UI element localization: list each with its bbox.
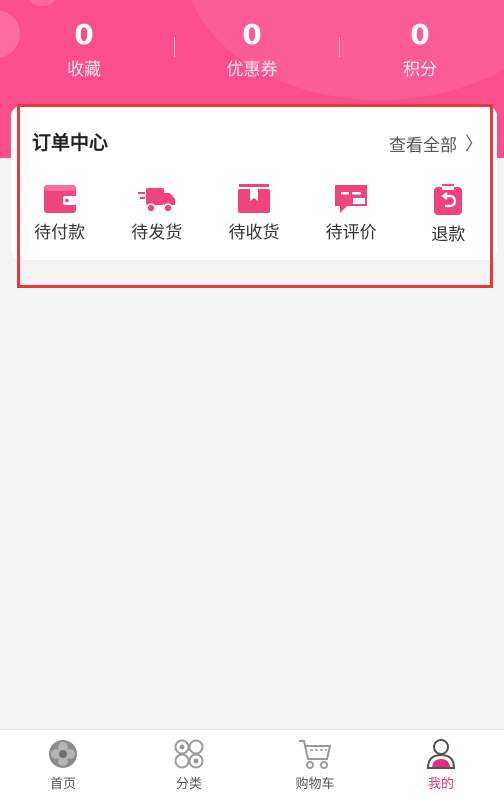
stat-label: 积分: [403, 60, 437, 80]
stat-label: 收藏: [67, 60, 101, 80]
cart-icon: [299, 740, 332, 769]
order-status-row: 待付款 待发货 待收货 待评价 退款: [11, 184, 497, 245]
stat-value: 0: [242, 18, 262, 51]
order-center-title: 订单中心: [32, 132, 109, 154]
order-pending-shipment[interactable]: 待发货: [108, 184, 205, 245]
user-icon: [426, 739, 456, 769]
stat-divider: [339, 37, 340, 57]
stat-value: 0: [74, 18, 94, 51]
bottom-tab-bar: 首页 分类 购物车 我的: [0, 729, 504, 797]
order-center-card: 订单中心 查看全部 〉 待付款 待发货 待收货 待评价 退款: [11, 106, 497, 260]
tab-label: 我的: [427, 777, 454, 792]
tab-label: 首页: [49, 777, 76, 792]
tab-cart[interactable]: 购物车: [252, 730, 378, 797]
tab-category[interactable]: 分类: [126, 730, 252, 797]
order-item-label: 待收货: [228, 223, 280, 243]
wallet-icon: [43, 185, 76, 213]
truck-icon: [137, 188, 175, 213]
stat-value: 0: [410, 18, 430, 51]
view-all-orders-link[interactable]: 查看全部 〉: [389, 130, 483, 156]
category-icon: [174, 739, 204, 769]
stat-favorites[interactable]: 0 收藏: [0, 14, 168, 94]
refund-icon: [434, 184, 463, 215]
tab-home[interactable]: 首页: [0, 730, 126, 797]
header-decoration: [28, 0, 56, 6]
order-item-label: 退款: [431, 225, 466, 245]
comment-icon: [335, 185, 368, 213]
stat-points[interactable]: 0 积分: [336, 14, 504, 94]
order-pending-payment[interactable]: 待付款: [11, 184, 108, 245]
order-item-label: 待付款: [34, 223, 86, 243]
order-refund[interactable]: 退款: [400, 184, 497, 245]
order-item-label: 待发货: [131, 223, 183, 243]
stat-label: 优惠券: [226, 60, 278, 80]
stat-coupons[interactable]: 0 优惠券: [168, 14, 336, 94]
stat-divider: [174, 37, 175, 57]
order-pending-review[interactable]: 待评价: [303, 184, 400, 245]
view-all-label: 查看全部: [389, 135, 457, 156]
order-item-label: 待评价: [325, 223, 377, 243]
stats-row: 0 收藏 0 优惠券 0 积分: [0, 14, 504, 94]
chevron-right-icon: 〉: [465, 134, 483, 155]
home-flower-icon: [49, 740, 77, 768]
tab-label: 分类: [175, 777, 202, 792]
box-icon: [237, 184, 270, 213]
tab-label: 购物车: [295, 777, 335, 792]
tab-mine[interactable]: 我的: [378, 730, 504, 797]
order-pending-receipt[interactable]: 待收货: [205, 184, 302, 245]
